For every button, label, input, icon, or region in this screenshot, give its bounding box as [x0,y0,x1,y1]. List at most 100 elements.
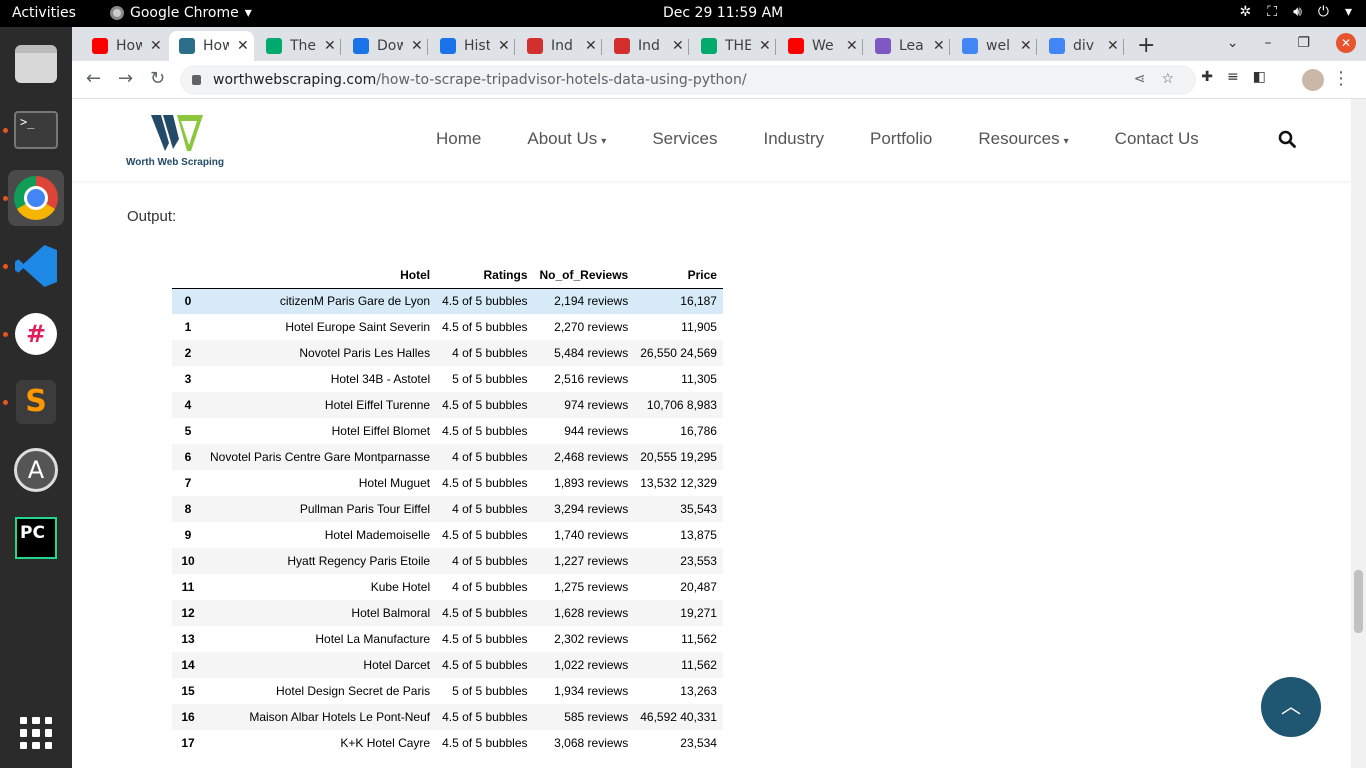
maximize-button[interactable]: ❐ [1297,35,1310,51]
files-launcher[interactable] [8,36,64,92]
activities-button[interactable]: Activities [12,5,76,21]
nav-home[interactable]: Home [436,129,481,149]
table-cell: 11,562 [681,632,717,646]
chevron-down-icon: ▾ [244,5,252,21]
browser-tab[interactable]: Hist ✕ [430,31,515,61]
tab-close-icon[interactable]: ✕ [411,38,423,54]
network-icon[interactable]: ⛶ [1267,4,1277,20]
window-close-button[interactable]: ✕ [1336,33,1356,53]
bookmark-star-icon[interactable]: ☆ [1161,71,1174,87]
tab-close-icon[interactable]: ✕ [759,38,771,54]
nav-portfolio[interactable]: Portfolio [870,129,932,149]
tab-title: THE [725,38,751,54]
chrome-small-icon [110,6,124,20]
new-tab-button[interactable]: + [1137,33,1155,58]
table-cell: 20,555 19,295 [640,450,717,464]
row-index: 0 [184,294,192,309]
tab-close-icon[interactable]: ✕ [585,38,597,54]
tab-title: Ind [551,38,573,54]
accessibility-icon[interactable]: ✲ [1240,4,1252,20]
volume-icon[interactable]: 🔊︎ [1293,4,1302,20]
pycharm-launcher[interactable]: PC [8,510,64,566]
row-index: 17 [181,736,195,750]
lock-icon[interactable] [192,75,201,85]
table-cell: Kube Hotel [370,580,431,594]
tab-close-icon[interactable]: ✕ [933,38,945,54]
tab-close-icon[interactable]: ✕ [498,38,510,54]
browser-tab[interactable]: How ✕ [82,31,167,61]
browser-tab[interactable]: Ind ✕ [517,31,602,61]
browser-tab[interactable]: div ✕ [1039,31,1124,61]
back-button[interactable]: ← [86,68,101,89]
browser-tab[interactable]: We ✕ [778,31,863,61]
nav-contact-us[interactable]: Contact Us [1115,129,1199,149]
browser-tab[interactable]: THE ✕ [691,31,776,61]
table-cell: 1,628 reviews [554,606,629,620]
slack-launcher[interactable]: # [8,306,64,362]
sublime-launcher[interactable]: S [8,374,64,430]
forward-button[interactable]: → [118,68,133,89]
scroll-to-top-button[interactable]: ︿ [1261,677,1321,737]
show-apps-button[interactable] [8,705,64,761]
tab-close-icon[interactable]: ✕ [1107,38,1119,54]
clock[interactable]: Dec 29 11:59 AM [663,5,783,21]
reload-button[interactable]: ↻ [150,68,165,89]
tab-close-icon[interactable]: ✕ [846,38,858,54]
page-scrollbar[interactable] [1351,99,1366,768]
system-tray[interactable]: ✲ ⛶ 🔊︎ ⏻ ▾ [1240,4,1352,20]
table-row: 11 Kube Hotel 4 of 5 bubbles 1,275 reviews 2… [172,574,723,600]
profile-avatar[interactable] [1302,69,1324,91]
nav-resources[interactable]: Resources ▾ [978,129,1068,149]
tab-close-icon[interactable]: ✕ [1020,38,1032,54]
share-icon[interactable]: ⋖ [1134,71,1146,87]
app-menu[interactable]: Google Chrome ▾ [110,5,252,21]
browser-tab[interactable]: Ind ✕ [604,31,689,61]
extensions-puzzle-icon[interactable]: ✚ [1201,69,1213,85]
scrollbar-thumb[interactable] [1354,570,1363,633]
nav-services[interactable]: Services [652,129,717,149]
tab-separator [427,39,428,55]
browser-tab[interactable]: The ✕ [256,31,341,61]
chevron-down-icon[interactable]: ▾ [1345,4,1352,20]
site-logo[interactable]: Worth Web Scraping [126,109,230,173]
row-index: 9 [184,528,192,542]
table-cell: 4 of 5 bubbles [452,450,528,464]
tab-search-icon[interactable]: ⌄ [1227,35,1239,51]
tab-favicon-icon [266,38,282,54]
table-cell: Hotel Eiffel Turenne [324,398,431,412]
row-index: 15 [181,684,195,698]
column-header: Price [687,267,717,282]
browser-tab[interactable]: Dow ✕ [343,31,428,61]
software-updater-launcher[interactable]: A [8,442,64,498]
nav-industry[interactable]: Industry [764,129,824,149]
table-cell: 4.5 of 5 bubbles [442,398,528,412]
row-index: 3 [184,372,192,386]
vscode-launcher[interactable] [8,238,64,294]
row-index: 13 [181,632,195,646]
reading-list-icon[interactable]: ≡ [1227,69,1239,85]
tab-close-icon[interactable]: ✕ [672,38,684,54]
table-cell: 4.5 of 5 bubbles [442,320,528,334]
tab-close-icon[interactable]: ✕ [150,38,162,54]
browser-tab[interactable]: wel ✕ [952,31,1037,61]
table-cell: 10,706 8,983 [646,398,717,412]
nav-about-us[interactable]: About Us ▾ [527,129,606,149]
menu-kebab-icon[interactable]: ⋮ [1332,68,1350,89]
address-bar[interactable]: worthwebscraping.com/how-to-scrape-tripa… [180,65,1196,95]
search-icon[interactable] [1278,130,1296,148]
terminal-launcher[interactable]: >_ [8,102,64,158]
tab-close-icon[interactable]: ✕ [237,38,249,54]
browser-tab[interactable]: How ✕ [169,31,254,61]
row-index: 2 [184,346,192,360]
tab-close-icon[interactable]: ✕ [324,38,336,54]
table-cell: 585 reviews [564,710,629,724]
browser-tab[interactable]: Lea ✕ [865,31,950,61]
side-panel-icon[interactable]: ◧ [1253,69,1266,85]
minimize-button[interactable]: – [1264,35,1271,51]
tab-title: We [812,38,834,54]
chevron-down-icon: ▾ [1063,136,1069,147]
tab-title: Hist [464,38,490,54]
power-icon[interactable]: ⏻ [1318,4,1329,20]
apps-grid-icon [20,717,52,749]
chrome-launcher[interactable] [8,170,64,226]
